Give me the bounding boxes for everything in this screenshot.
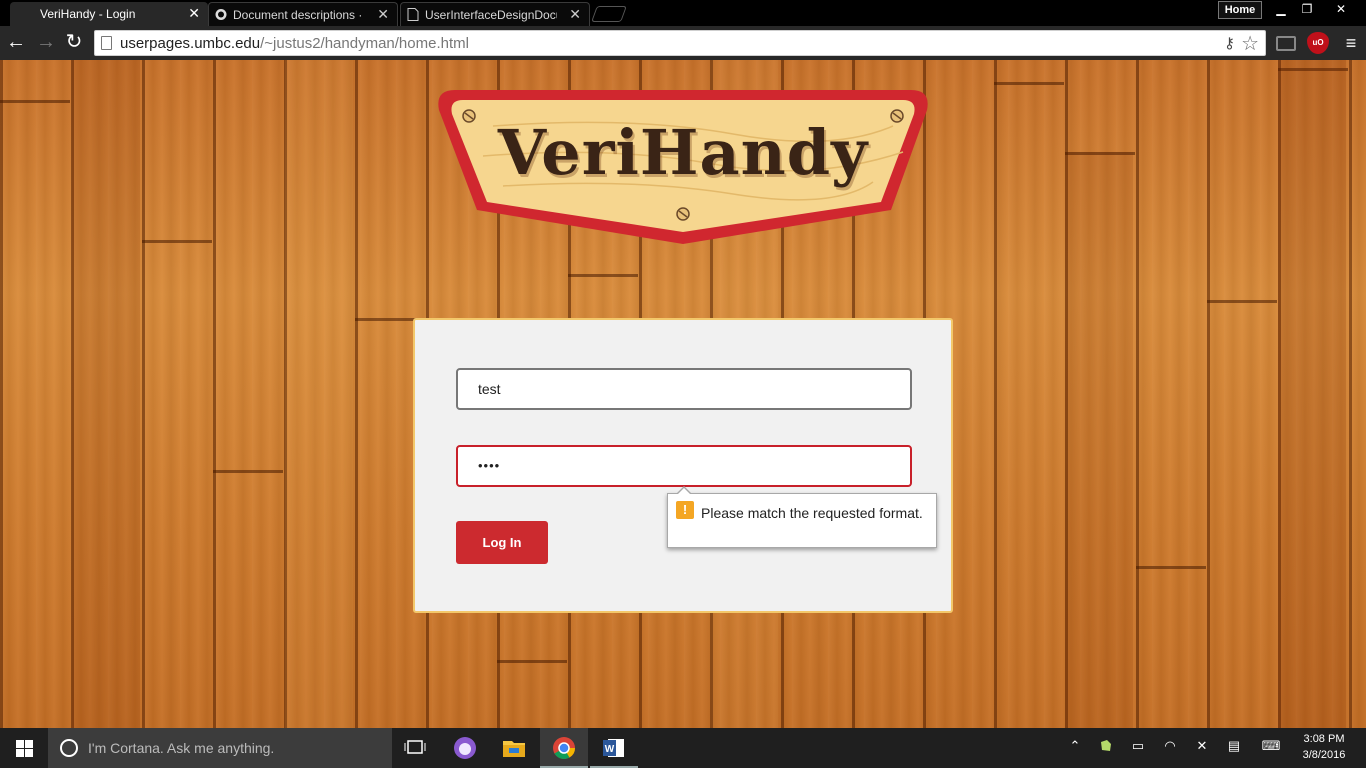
minimize-icon[interactable]: ▁ — [1268, 0, 1294, 18]
warning-icon: ! — [676, 501, 694, 519]
close-tab-icon[interactable]: ✕ — [569, 6, 581, 22]
close-window-icon[interactable]: ✕ — [1328, 0, 1354, 18]
plank-seam — [497, 660, 567, 663]
verihandy-logo: VeriHandy — [433, 86, 933, 246]
system-clock[interactable]: 3:08 PM 3/8/2016 — [1294, 731, 1354, 763]
plank-seam — [0, 100, 70, 103]
cortana-placeholder: I'm Cortana. Ask me anything. — [88, 740, 275, 756]
tab-document-descriptions[interactable]: Document descriptions · U ✕ — [208, 2, 398, 26]
login-button[interactable]: Log In — [456, 521, 548, 564]
plank — [1278, 60, 1346, 728]
windows-start-icon[interactable] — [0, 728, 48, 768]
wifi-icon[interactable]: ◠ — [1160, 738, 1180, 754]
volume-muted-icon[interactable]: ✕ — [1192, 738, 1212, 754]
validation-message: Please match the requested format. — [701, 505, 923, 521]
reload-icon[interactable]: ↻ — [62, 31, 86, 55]
tab-strip: VeriHandy - Login ✕ Document description… — [0, 0, 1366, 26]
plank-seam — [1136, 566, 1206, 569]
plank — [72, 60, 140, 728]
cortana-search-box[interactable]: I'm Cortana. Ask me anything. — [48, 728, 392, 768]
plank-seam — [213, 470, 283, 473]
word-icon[interactable]: W — [590, 728, 638, 768]
plank — [1065, 152, 1133, 728]
action-center-icon[interactable]: ▤ — [1224, 738, 1244, 754]
tab-ui-design-doc[interactable]: UserInterfaceDesignDocur ✕ — [400, 2, 590, 26]
url-host: userpages.umbc.edu — [120, 35, 261, 52]
login-card: test •••• Log In — [413, 318, 953, 613]
key-icon[interactable]: ⚷ — [1224, 34, 1235, 52]
password-input[interactable]: •••• — [456, 445, 912, 487]
chrome-taskbar-icon[interactable] — [540, 728, 588, 768]
browser-toolbar: ← → ↻ userpages.umbc.edu/~justus2/handym… — [0, 26, 1366, 60]
show-hidden-icons-icon[interactable]: ⌃ — [1065, 738, 1085, 754]
task-view-icon[interactable] — [392, 728, 440, 768]
plank-seam — [994, 82, 1064, 85]
tab-title: Document descriptions · U — [233, 8, 365, 22]
page-content: VeriHandy test •••• Log In — [0, 60, 1366, 728]
close-tab-icon[interactable]: ✕ — [188, 5, 200, 21]
cast-icon[interactable] — [1276, 36, 1296, 51]
address-bar[interactable]: userpages.umbc.edu/~justus2/handyman/hom… — [94, 30, 1266, 56]
url-path: /~justus2/handyman/home.html — [260, 35, 469, 52]
github-icon — [215, 9, 227, 20]
bookmark-star-icon[interactable]: ☆ — [1241, 31, 1259, 56]
validation-tooltip: ! Please match the requested format. — [667, 486, 937, 548]
clock-date: 3/8/2016 — [1302, 749, 1346, 761]
plank-seam — [1207, 300, 1277, 303]
back-arrow-icon[interactable]: ← — [4, 31, 28, 55]
page-icon — [407, 8, 419, 21]
tab-title: VeriHandy - Login — [40, 7, 136, 21]
tab-verihandy-login[interactable]: VeriHandy - Login ✕ — [10, 2, 208, 26]
restore-icon[interactable]: ❐ — [1294, 0, 1320, 18]
tab-title: UserInterfaceDesignDocur — [425, 8, 557, 22]
chrome-menu-icon[interactable]: ≡ — [1340, 32, 1362, 54]
username-input[interactable]: test — [456, 368, 912, 410]
svg-text:W: W — [605, 744, 615, 755]
forward-arrow-icon[interactable]: → — [34, 31, 58, 55]
plank — [285, 60, 353, 728]
page-info-icon[interactable] — [101, 36, 112, 50]
profile-home-button[interactable]: Home — [1218, 1, 1262, 19]
plank-seam — [568, 274, 638, 277]
file-explorer-icon[interactable] — [490, 728, 538, 768]
clock-time: 3:08 PM — [1303, 733, 1345, 745]
close-tab-icon[interactable]: ✕ — [377, 6, 389, 22]
cortana-icon — [60, 739, 78, 757]
battery-icon[interactable]: ▭ — [1128, 738, 1148, 754]
windows-taskbar: I'm Cortana. Ask me anything. W ⌃ ▭ ◠ ✕ … — [0, 728, 1366, 768]
keyboard-icon[interactable]: ⌨ — [1258, 738, 1284, 754]
new-tab-button[interactable] — [591, 6, 627, 22]
logo-wordmark: VeriHandy — [497, 116, 869, 189]
evernote-icon[interactable] — [1096, 738, 1116, 757]
ublock-origin-icon[interactable]: uO — [1307, 32, 1329, 54]
plank-seam — [142, 240, 212, 243]
url-text: userpages.umbc.edu/~justus2/handyman/hom… — [120, 35, 469, 52]
github-desktop-icon[interactable] — [440, 728, 488, 768]
